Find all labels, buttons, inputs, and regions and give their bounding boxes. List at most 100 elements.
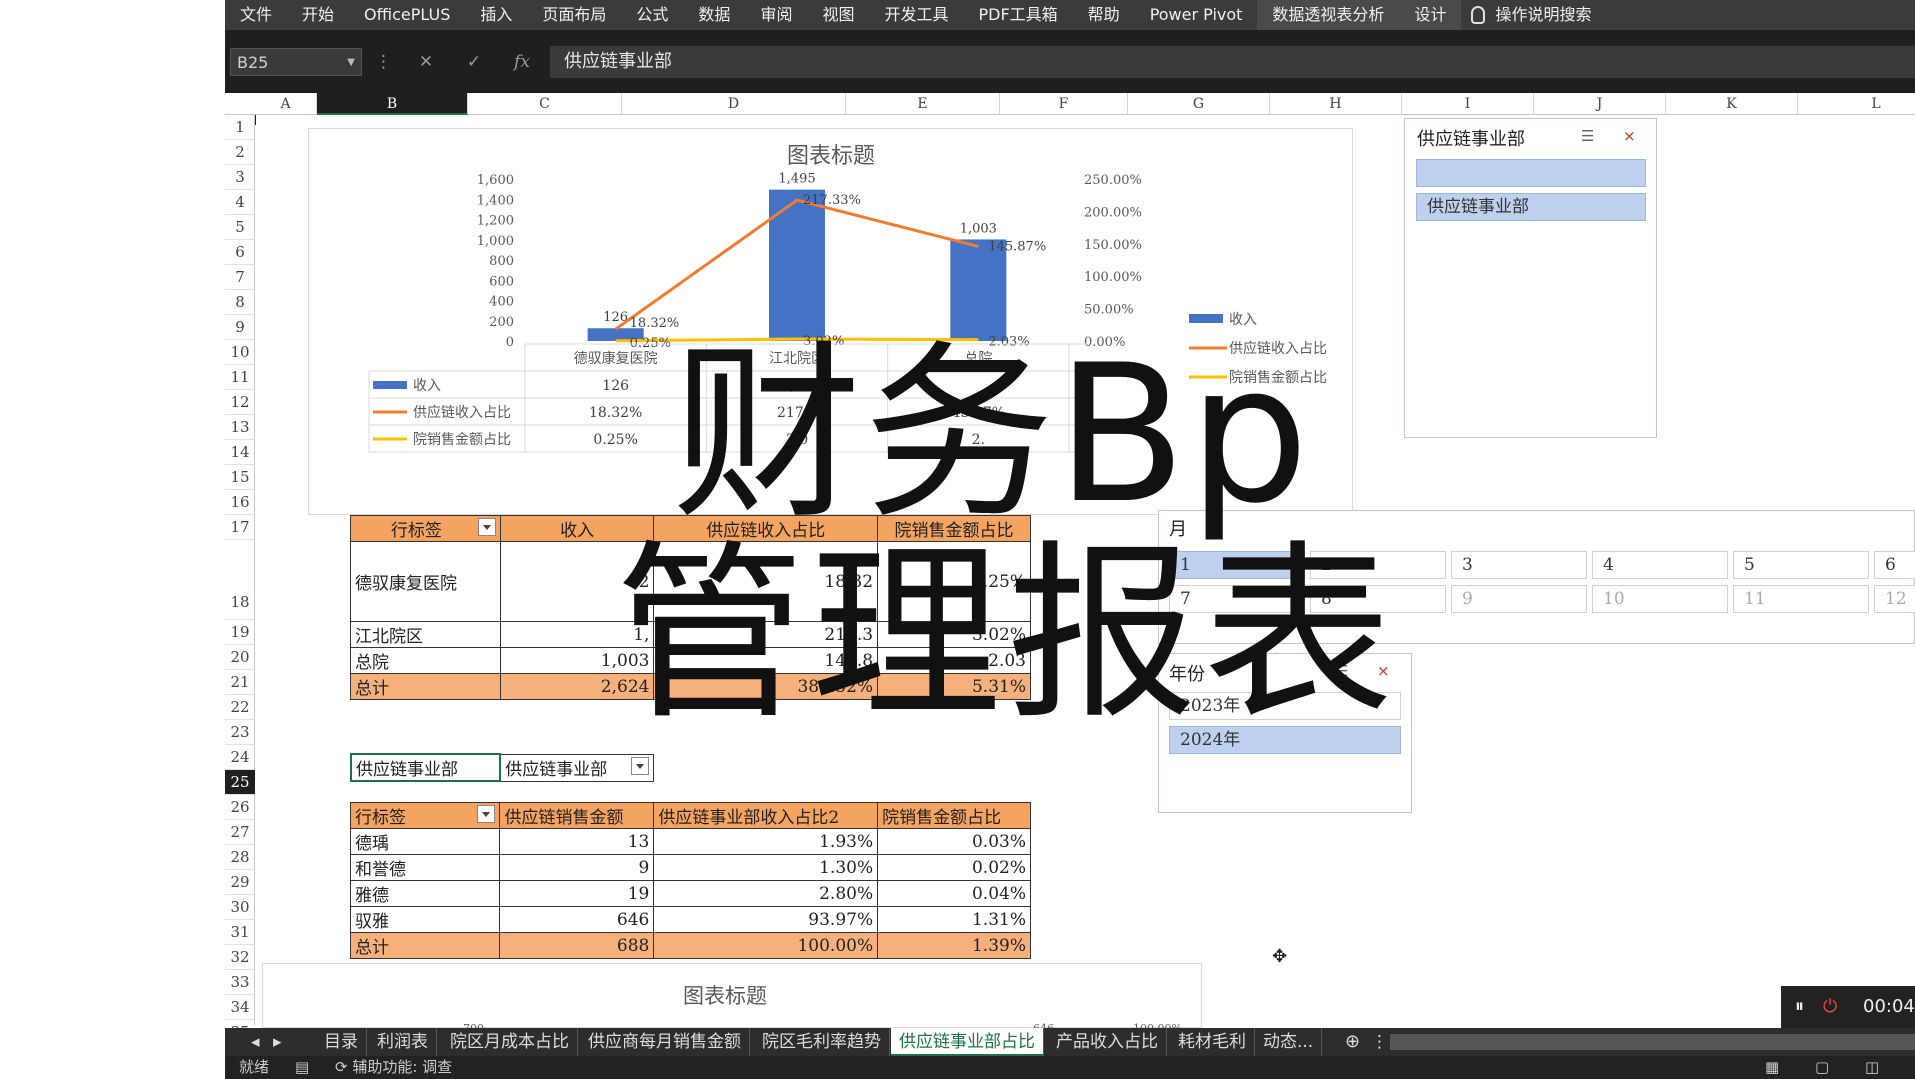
slicer-item-month[interactable]: 4 (1592, 551, 1728, 579)
row-header-3[interactable]: 3 (225, 165, 255, 190)
row-header-25[interactable]: 25 (225, 770, 255, 795)
slicer-item-blank[interactable] (1416, 159, 1646, 187)
pivot-cell[interactable]: 100.00% (653, 932, 879, 959)
sheet-tab[interactable]: 目录 (316, 1028, 367, 1056)
chevron-down-icon[interactable]: ▼ (347, 49, 355, 77)
column-header-f[interactable]: F (1000, 93, 1128, 115)
cancel-icon[interactable]: ✕ (408, 48, 444, 76)
pivot-cell[interactable]: 0.04% (877, 880, 1031, 907)
pivot-cell[interactable]: 688 (499, 932, 655, 959)
pivot-row-label-header[interactable]: 行标签 (350, 515, 501, 542)
row-header-31[interactable]: 31 (225, 920, 255, 945)
normal-view-icon[interactable]: ▦ (1765, 1056, 1779, 1079)
row-header-15[interactable]: 15 (225, 465, 255, 490)
slicer-item-month[interactable]: 9 (1451, 585, 1587, 613)
pivot-cell[interactable]: 总院 (350, 647, 501, 674)
row-header-12[interactable]: 12 (225, 390, 255, 415)
tab-developer[interactable]: 开发工具 (869, 0, 963, 30)
selected-cell-b25[interactable]: 供应链事业部 (349, 753, 502, 782)
tab-view[interactable]: 视图 (807, 0, 869, 30)
row-header-32[interactable]: 32 (225, 945, 255, 970)
pivot-cell[interactable]: 江北院区 (350, 621, 501, 648)
pivot-cell[interactable]: 93.97% (653, 906, 879, 933)
row-header-26[interactable]: 26 (225, 795, 255, 820)
pause-icon[interactable]: ⏸ (1795, 986, 1804, 1028)
page-layout-icon[interactable]: ▢ (1815, 1056, 1829, 1079)
sheet-tab[interactable]: 动态... (1255, 1028, 1323, 1056)
tab-page-layout[interactable]: 页面布局 (527, 0, 621, 30)
stop-icon[interactable]: ⏻ (1823, 986, 1837, 1028)
pivot-cell[interactable]: 13 (499, 828, 655, 855)
tab-insert[interactable]: 插入 (465, 0, 527, 30)
row-header-6[interactable]: 6 (225, 240, 255, 265)
pivot-header-cell[interactable]: 供应链销售金额 (499, 802, 655, 829)
clear-filter-icon[interactable]: ⨯ (1623, 127, 1636, 145)
page-break-icon[interactable]: ◫ (1865, 1056, 1879, 1079)
name-box[interactable]: B25 ▼ (230, 48, 362, 76)
slicer-item-month[interactable]: 11 (1733, 585, 1869, 613)
filter-dropdown-icon[interactable] (477, 518, 496, 536)
row-header-9[interactable]: 9 (225, 315, 255, 340)
tab-pivot-analyze[interactable]: 数据透视表分析 (1257, 0, 1400, 30)
row-header-23[interactable]: 23 (225, 720, 255, 745)
row-header-19[interactable]: 19 (225, 620, 255, 645)
row-header-30[interactable]: 30 (225, 895, 255, 920)
row-header-13[interactable]: 13 (225, 415, 255, 440)
row-header-22[interactable]: 22 (225, 695, 255, 720)
sheet-tab[interactable]: 供应商每月销售金额 (580, 1028, 750, 1056)
pivot-cell[interactable]: 总计 (349, 932, 501, 959)
column-header-h[interactable]: H (1270, 93, 1402, 115)
row-header-21[interactable]: 21 (225, 670, 255, 695)
row-header-20[interactable]: 20 (225, 645, 255, 670)
sheet-tab-active[interactable]: 供应链事业部占比 (891, 1028, 1044, 1056)
formula-input[interactable]: 供应链事业部 (550, 46, 1915, 78)
slicer-item-month[interactable]: 10 (1592, 585, 1728, 613)
insert-function-icon[interactable]: fx (504, 48, 540, 76)
row-header-4[interactable]: 4 (225, 190, 255, 215)
pivot-cell[interactable]: 0.02% (877, 854, 1031, 881)
more-options-icon[interactable]: ⋮ (375, 48, 392, 76)
pivot-header-cell[interactable]: 院销售金额占比 (877, 802, 1031, 829)
column-header-b[interactable]: B (317, 93, 468, 115)
pivot-cell[interactable]: 雅德 (349, 880, 501, 907)
column-header-d[interactable]: D (622, 93, 846, 115)
slicer-item-supply-chain[interactable]: 供应链事业部 (1416, 193, 1646, 221)
row-header-24[interactable]: 24 (225, 745, 255, 770)
row-header-11[interactable]: 11 (225, 365, 255, 390)
tab-officeplus[interactable]: OfficePLUS (349, 0, 465, 30)
row-header-16[interactable]: 16 (225, 490, 255, 515)
pivot-row-label-header[interactable]: 行标签 (349, 802, 501, 829)
tab-power-pivot[interactable]: Power Pivot (1135, 0, 1258, 30)
pivot-cell[interactable]: 646 (499, 906, 655, 933)
slicer-item-month[interactable]: 3 (1451, 551, 1587, 579)
row-header-7[interactable]: 7 (225, 265, 255, 290)
row-header-29[interactable]: 29 (225, 870, 255, 895)
tab-file[interactable]: 文件 (225, 0, 287, 30)
column-header-c[interactable]: C (468, 93, 622, 115)
scroll-left-icon[interactable]: ◂ (243, 1028, 268, 1056)
tab-formulas[interactable]: 公式 (621, 0, 683, 30)
tab-review[interactable]: 审阅 (745, 0, 807, 30)
tab-pdf-tools[interactable]: PDF工具箱 (963, 0, 1072, 30)
pivot-cell[interactable]: 19 (499, 880, 655, 907)
row-header-34[interactable]: 34 (225, 995, 255, 1020)
sheet-tab[interactable]: 院区月成本占比 (442, 1028, 578, 1056)
slicer-item-month[interactable]: 6 (1874, 551, 1915, 579)
slicer-item-month[interactable]: 12 (1874, 585, 1915, 613)
chart-2[interactable]: 图表标题 700 646 100.00% (262, 963, 1202, 1035)
row-header-2[interactable]: 2 (225, 140, 255, 165)
column-header-a[interactable]: A (255, 93, 317, 115)
pivot-cell[interactable]: 2.80% (653, 880, 879, 907)
pivot-cell[interactable]: 1.31% (877, 906, 1031, 933)
row-header-1[interactable]: 1 (225, 115, 255, 140)
pivot-cell[interactable]: 1.39% (877, 932, 1031, 959)
column-header-g[interactable]: G (1128, 93, 1270, 115)
column-header-j[interactable]: J (1534, 93, 1666, 115)
pivot-cell[interactable]: 0.03% (877, 828, 1031, 855)
horizontal-scrollbar[interactable] (1390, 1034, 1915, 1050)
row-header-5[interactable]: 5 (225, 215, 255, 240)
pivot-header-cell[interactable]: 供应链事业部收入占比2 (653, 802, 879, 829)
sheet-tab[interactable]: 利润表 (369, 1028, 437, 1056)
pivot-cell[interactable]: 德驭康复医院 (350, 541, 501, 622)
column-header-l[interactable]: L (1798, 93, 1915, 115)
